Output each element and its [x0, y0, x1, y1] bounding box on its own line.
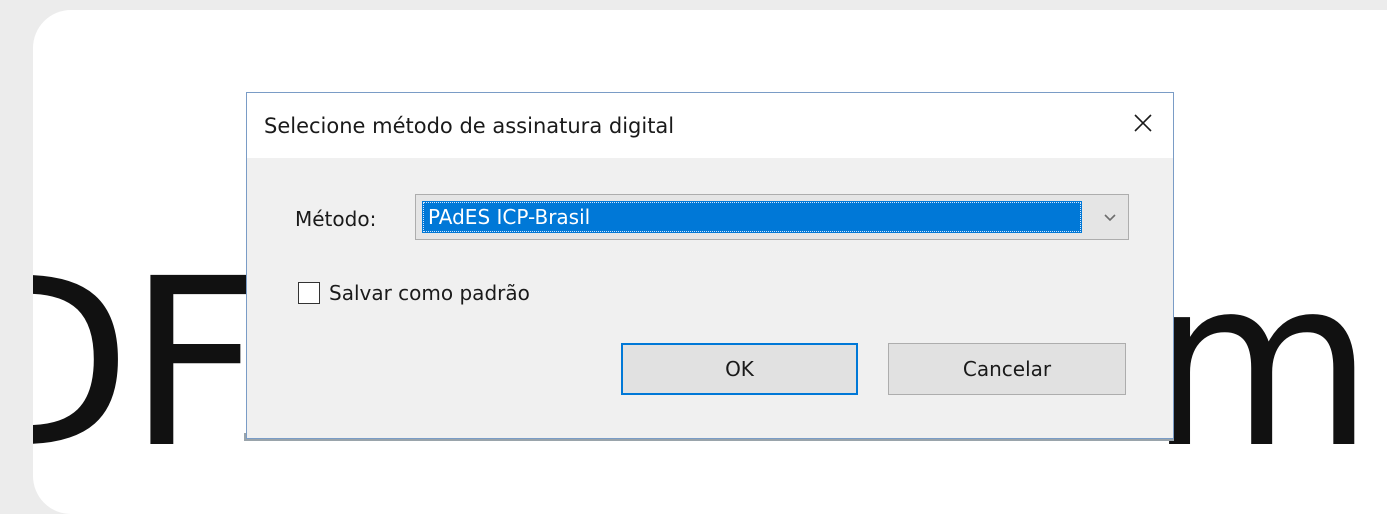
ok-button[interactable]: OK: [621, 343, 858, 395]
dialog-title: Selecione método de assinatura digital: [264, 114, 675, 138]
close-icon: [1134, 114, 1152, 132]
method-select-value: PAdES ICP-Brasil: [422, 201, 1082, 233]
background-heading-left: DF: [33, 229, 261, 499]
save-default-checkbox[interactable]: [298, 282, 320, 304]
background-heading-right: mı: [1148, 229, 1387, 499]
method-select[interactable]: PAdES ICP-Brasil: [415, 194, 1129, 240]
chevron-down-icon: [1104, 214, 1116, 222]
save-default-label[interactable]: Salvar como padrão: [329, 281, 530, 305]
dialog-titlebar: Selecione método de assinatura digital: [247, 93, 1173, 158]
close-button[interactable]: [1113, 93, 1173, 158]
cancel-button[interactable]: Cancelar: [888, 343, 1126, 395]
method-label: Método:: [295, 207, 377, 231]
signature-method-dialog: Selecione método de assinatura digital M…: [246, 92, 1174, 439]
